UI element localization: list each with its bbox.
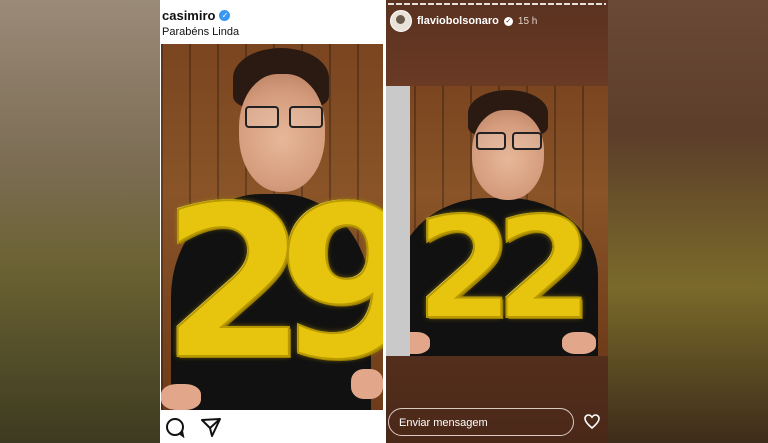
balloon-number: 22 [415, 188, 594, 351]
glasses-left [476, 132, 506, 150]
heart-icon[interactable] [584, 414, 600, 434]
verified-badge-icon: ✓ [503, 16, 513, 26]
glasses-left [245, 106, 279, 128]
story-progress-bar [388, 3, 606, 5]
post-user-row[interactable]: casimiro ✓ [162, 8, 239, 23]
post-photo[interactable]: 29 [161, 44, 383, 410]
post-actions [164, 416, 222, 438]
instagram-story: flaviobolsonaro ✓ 15 h 22 Enviar mensage… [386, 0, 608, 443]
post-username[interactable]: casimiro [162, 8, 215, 23]
message-input[interactable]: Enviar mensagem [388, 408, 574, 436]
hand-left [161, 384, 201, 410]
wall-edge [386, 86, 410, 356]
hand-right [351, 369, 383, 399]
background-left [0, 0, 160, 443]
balloon-number: 29 [161, 161, 383, 406]
post-header: casimiro ✓ Parabéns Linda [162, 8, 239, 40]
story-photo[interactable]: 22 [386, 86, 608, 356]
glasses-right [289, 106, 323, 128]
background-right [608, 0, 768, 443]
story-timestamp: 15 h [517, 15, 538, 27]
glasses-right [512, 132, 542, 150]
instagram-post: casimiro ✓ Parabéns Linda 29 [160, 0, 384, 443]
comment-icon[interactable] [164, 416, 186, 438]
avatar[interactable] [390, 10, 412, 32]
story-username[interactable]: flaviobolsonaro [417, 15, 499, 27]
person-face [472, 110, 544, 200]
post-caption: Parabéns Linda [162, 26, 240, 38]
verified-badge-icon: ✓ [219, 10, 231, 21]
hand-right [562, 332, 596, 354]
share-icon[interactable] [200, 416, 222, 438]
story-header: flaviobolsonaro ✓ 15 h [390, 10, 537, 32]
